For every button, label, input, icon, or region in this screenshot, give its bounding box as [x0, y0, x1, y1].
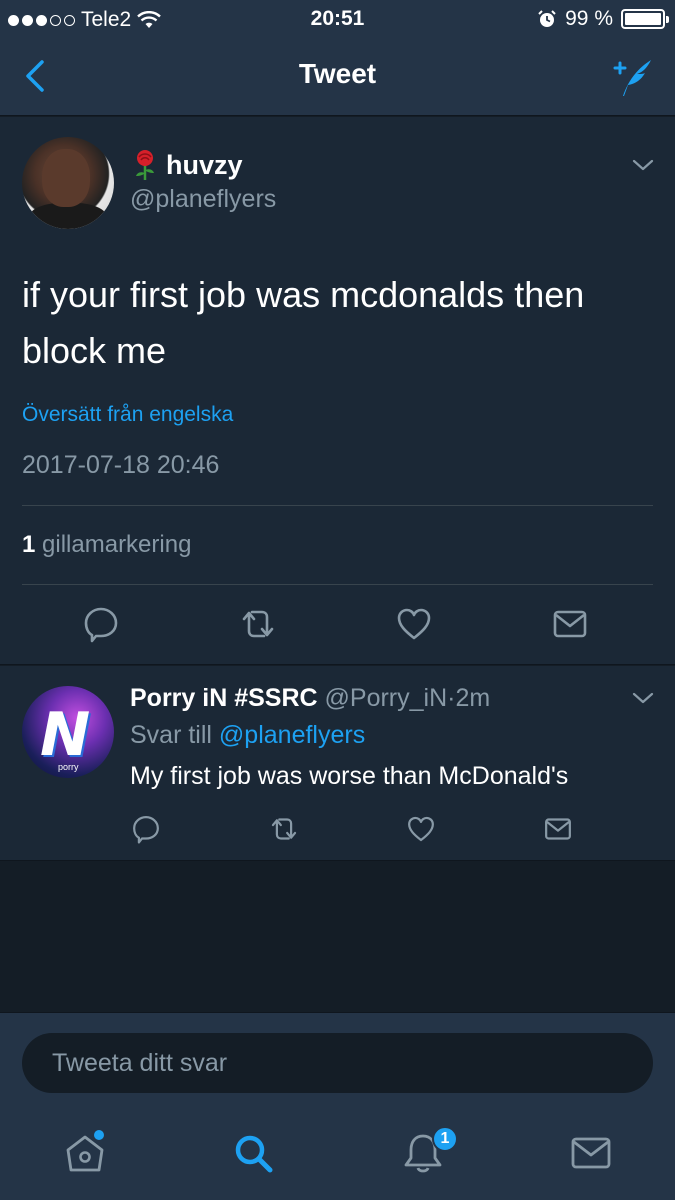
page-title: Tweet [298, 58, 377, 89]
reply-text: My first job was worse than McDonald's [130, 762, 569, 790]
avatar[interactable]: N porry [22, 686, 114, 778]
tab-bar: 1 [0, 1100, 675, 1200]
likes-count: 1 [22, 531, 36, 558]
reply-actions [0, 814, 675, 844]
chevron-down-icon[interactable] [631, 690, 655, 706]
likes-summary[interactable]: 1 gillamarkering [22, 531, 191, 559]
battery-fill [625, 13, 661, 25]
reply-age: 2m [455, 684, 491, 712]
author-row[interactable]: huvzy [130, 149, 243, 181]
rose-icon [130, 149, 160, 181]
status-bar: Tele2 20:51 99 % [0, 0, 675, 38]
compose-tweet-icon[interactable] [609, 54, 655, 100]
direct-message-icon[interactable] [543, 814, 573, 844]
reply-icon[interactable] [82, 605, 120, 643]
messages-icon[interactable] [568, 1130, 614, 1176]
tweet-actions [0, 605, 675, 645]
status-right: 99 % [537, 7, 669, 31]
search-icon[interactable] [230, 1130, 276, 1176]
notifications-badge: 1 [432, 1126, 458, 1152]
avatar[interactable] [22, 137, 114, 229]
nav-bar: Tweet [0, 38, 675, 116]
avatar-tag: porry [58, 762, 79, 772]
battery-percent: 99 % [565, 7, 613, 30]
tweet-timestamp: 2017-07-18 20:46 [22, 451, 220, 479]
likes-label: gillamarkering [42, 531, 192, 558]
reply-tweet[interactable]: N porry Porry iN #SSRC @Porry_iN·2m Svar… [0, 666, 675, 861]
author-handle[interactable]: @planeflyers [130, 185, 276, 214]
reply-header: Porry iN #SSRC @Porry_iN·2m [130, 684, 490, 713]
heart-icon[interactable] [395, 605, 433, 643]
alarm-clock-icon [537, 9, 557, 29]
chevron-down-icon[interactable] [631, 157, 655, 173]
avatar-logo: N [40, 700, 91, 770]
reply-author-handle[interactable]: @Porry_iN [325, 684, 448, 712]
divider [22, 505, 653, 506]
reply-icon[interactable] [131, 814, 161, 844]
reply-input[interactable] [22, 1033, 653, 1093]
reply-to-line: Svar till @planeflyers [130, 721, 365, 750]
divider [22, 584, 653, 585]
translate-link[interactable]: Översätt från engelska [22, 403, 233, 427]
reply-author-name[interactable]: Porry iN #SSRC [130, 684, 318, 712]
reply-to-mention[interactable]: @planeflyers [219, 721, 365, 749]
reply-to-prefix: Svar till [130, 721, 212, 749]
compose-bar [0, 1012, 675, 1100]
author-name: huvzy [166, 149, 243, 180]
direct-message-icon[interactable] [551, 605, 589, 643]
home-unread-dot [94, 1130, 104, 1140]
tweet-text: if your first job was mcdonalds then blo… [22, 274, 585, 371]
battery-icon [621, 9, 669, 29]
heart-icon[interactable] [406, 814, 436, 844]
retweet-icon[interactable] [268, 814, 298, 844]
main-tweet: huvzy @planeflyers if your first job was… [0, 117, 675, 665]
retweet-icon[interactable] [238, 605, 276, 643]
